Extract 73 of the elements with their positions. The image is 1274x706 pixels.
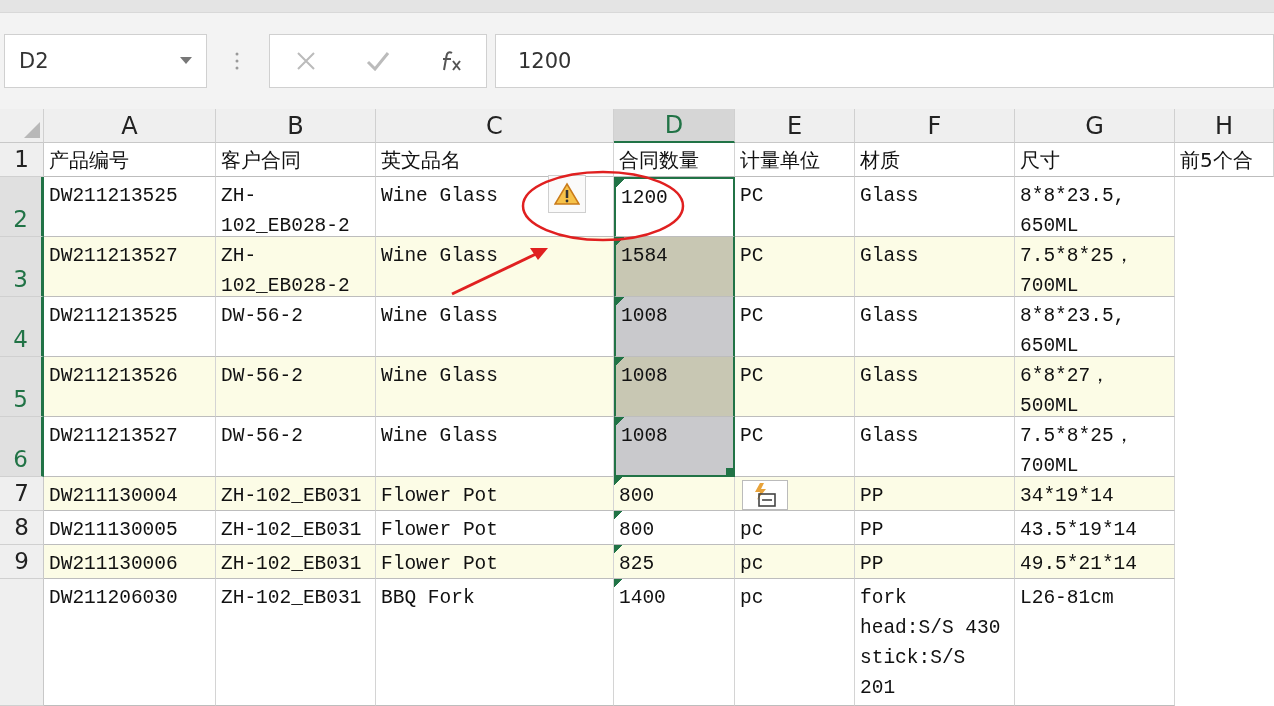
cancel-icon[interactable] <box>296 51 316 71</box>
column-header[interactable]: C <box>376 109 614 143</box>
table-cell: 产品编号 <box>44 143 216 177</box>
table-cell: DW211213526 <box>44 357 216 417</box>
table-cell: 6*8*27， 500ML <box>1015 357 1175 417</box>
table-cell: BBQ Fork <box>376 579 614 706</box>
table-cell: Wine Glass <box>376 237 614 297</box>
table-cell: ZH-102_EB031 <box>216 545 376 579</box>
row-header[interactable]: 7 <box>0 477 44 511</box>
table-cell: Glass <box>855 357 1015 417</box>
table-cell: 材质 <box>855 143 1015 177</box>
warning-icon <box>554 182 580 206</box>
row-header[interactable]: 8 <box>0 511 44 545</box>
triangle-icon <box>24 122 40 138</box>
row-header[interactable]: 4 <box>0 297 44 357</box>
column-header[interactable]: F <box>855 109 1015 143</box>
function-icon[interactable] <box>440 50 464 72</box>
row-header[interactable]: 6 <box>0 417 44 477</box>
quick-analysis-button[interactable] <box>742 480 788 510</box>
table-cell: ZH-102_EB031 <box>216 579 376 706</box>
table-cell: 1008 <box>614 417 735 477</box>
table-cell: Glass <box>855 237 1015 297</box>
table-cell: 34*19*14 <box>1015 477 1175 511</box>
row-header[interactable]: 9 <box>0 545 44 579</box>
table-cell: 800 <box>614 511 735 545</box>
more-options-icon[interactable] <box>235 51 239 71</box>
row-header[interactable]: 2 <box>0 177 44 237</box>
table-cell: 825 <box>614 545 735 579</box>
table-cell: ZH- 102_EB028-2 <box>216 237 376 297</box>
check-icon[interactable] <box>366 51 390 71</box>
column-header[interactable]: E <box>735 109 855 143</box>
table-cell: 800 <box>614 477 735 511</box>
table-cell: 49.5*21*14 <box>1015 545 1175 579</box>
table-cell: Wine Glass <box>376 357 614 417</box>
table-cell: 1200 <box>614 177 735 237</box>
dropdown-caret-icon[interactable] <box>180 57 192 65</box>
table-cell: DW211213527 <box>44 237 216 297</box>
column-header[interactable]: A <box>44 109 216 143</box>
table-cell: 7.5*8*25， 700ML <box>1015 237 1175 297</box>
formula-field[interactable]: 1200 <box>495 34 1274 88</box>
table-cell: 1400 <box>614 579 735 706</box>
column-header[interactable]: D <box>614 109 735 143</box>
table-cell: PP <box>855 477 1015 511</box>
row-header[interactable] <box>0 579 44 706</box>
table-cell: pc <box>735 545 855 579</box>
table-cell: 客户合同 <box>216 143 376 177</box>
row-header[interactable]: 3 <box>0 237 44 297</box>
row-header[interactable]: 1 <box>0 143 44 177</box>
table-cell: 计量单位 <box>735 143 855 177</box>
name-box[interactable]: D2 <box>4 34 207 88</box>
error-warning-button[interactable] <box>548 175 586 213</box>
table-cell: PP <box>855 545 1015 579</box>
table-cell: PC <box>735 357 855 417</box>
table-cell: DW211130004 <box>44 477 216 511</box>
table-cell: Flower Pot <box>376 477 614 511</box>
cell-reference: D2 <box>19 49 49 73</box>
table-cell: ZH-102_EB031 <box>216 477 376 511</box>
column-header[interactable]: G <box>1015 109 1175 143</box>
table-cell: PC <box>735 237 855 297</box>
row-header[interactable]: 5 <box>0 357 44 417</box>
table-cell: 1008 <box>614 297 735 357</box>
table-cell: fork head:S/S 430 stick:S/S 201 <box>855 579 1015 706</box>
table-cell: DW-56-2 <box>216 357 376 417</box>
table-cell: DW211206030 <box>44 579 216 706</box>
table-cell: 1008 <box>614 357 735 417</box>
column-header[interactable]: B <box>216 109 376 143</box>
table-cell: pc <box>735 579 855 706</box>
table-cell: Flower Pot <box>376 545 614 579</box>
table-cell: 1584 <box>614 237 735 297</box>
table-cell: DW211130006 <box>44 545 216 579</box>
select-all-button[interactable] <box>0 109 44 143</box>
table-cell: 尺寸 <box>1015 143 1175 177</box>
column-header[interactable]: H <box>1175 109 1274 143</box>
